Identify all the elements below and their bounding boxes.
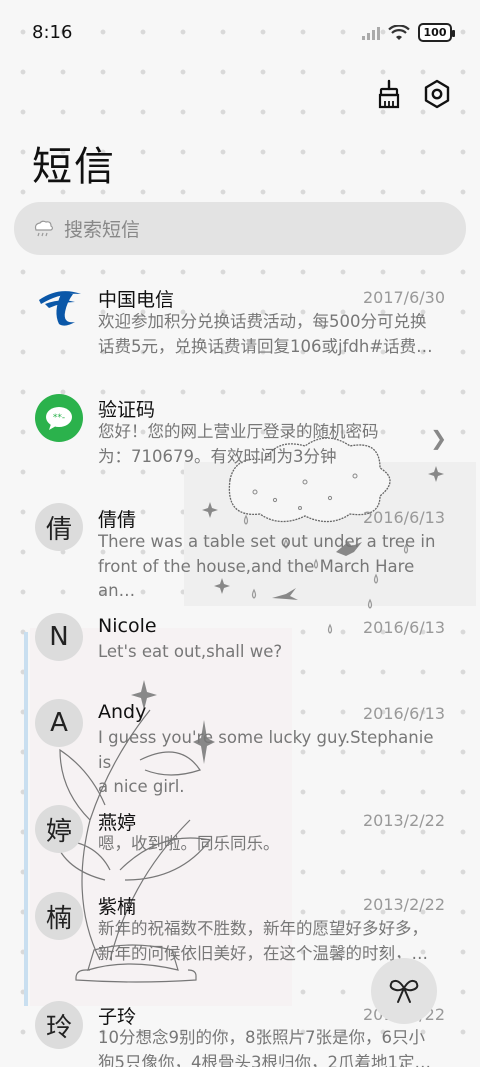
message-preview: 嗯，收到啦。同乐同乐。 xyxy=(98,834,280,853)
compose-button[interactable] xyxy=(371,958,437,1024)
svg-text:**-: **- xyxy=(53,413,65,423)
status-icons: 100 xyxy=(362,23,455,42)
avatar: A xyxy=(35,699,83,747)
status-bar: 8:16 100 xyxy=(0,0,480,68)
sender-name: 燕婷 xyxy=(98,812,137,834)
avatar: 倩 xyxy=(35,503,83,551)
avatar: **- xyxy=(35,394,83,442)
decoration-stripe xyxy=(24,632,28,1006)
message-date: 2013/2/22 xyxy=(362,895,445,914)
toolbar xyxy=(374,78,452,110)
page-title: 短信 xyxy=(32,144,116,190)
sender-name: 紫楠 xyxy=(98,896,137,918)
sender-name: 验证码 xyxy=(98,399,156,421)
message-date: 2017/6/30 xyxy=(362,288,445,307)
chat-bubble-icon: **- xyxy=(46,407,72,430)
message-preview: I guess you're some lucky guy.Stephanie … xyxy=(98,728,434,796)
settings-icon[interactable] xyxy=(422,78,452,110)
signal-icon xyxy=(362,26,380,40)
avatar xyxy=(35,284,83,332)
avatar: 婷 xyxy=(35,805,83,853)
sender-name: 中国电信 xyxy=(98,289,175,311)
message-preview: There was a table set out under a tree i… xyxy=(98,532,436,600)
avatar: 玲 xyxy=(35,1001,83,1049)
search-placeholder: 搜索短信 xyxy=(64,219,141,241)
cloud-search-icon xyxy=(34,220,54,236)
search-input[interactable]: 搜索短信 xyxy=(14,202,466,255)
message-date: 2016/6/13 xyxy=(362,704,445,723)
china-telecom-logo-icon xyxy=(39,291,81,326)
wifi-icon xyxy=(388,24,410,40)
broom-icon[interactable] xyxy=(374,78,404,110)
sender-name: Andy xyxy=(98,701,147,723)
sender-name: 倩倩 xyxy=(98,509,137,531)
message-date: 2013/2/22 xyxy=(362,811,445,830)
message-preview: 欢迎参加积分兑换话费活动，每500分可兑换 话费5元，兑换话费请回复106或jf… xyxy=(98,312,433,356)
message-date: 2016/6/13 xyxy=(362,618,445,637)
sender-name: 子玲 xyxy=(98,1006,137,1028)
battery-indicator: 100 xyxy=(418,23,455,42)
message-date: 2016/6/13 xyxy=(362,508,445,527)
chevron-right-icon[interactable]: ❯ xyxy=(430,426,447,450)
status-time: 8:16 xyxy=(32,22,73,43)
message-preview: 您好！您的网上营业厅登录的随机密码 为：710679。有效时间为3分钟 xyxy=(98,422,379,466)
message-preview: Let's eat out,shall we? xyxy=(98,642,283,661)
sender-name: Nicole xyxy=(98,615,157,637)
bow-icon xyxy=(389,979,419,1003)
avatar: N xyxy=(35,613,83,661)
avatar: 楠 xyxy=(35,892,83,940)
message-preview: 10分想念9别的你，8张照片7张是你，6只小 狗5只像你，4根骨头3根归你，2爪… xyxy=(98,1028,431,1067)
